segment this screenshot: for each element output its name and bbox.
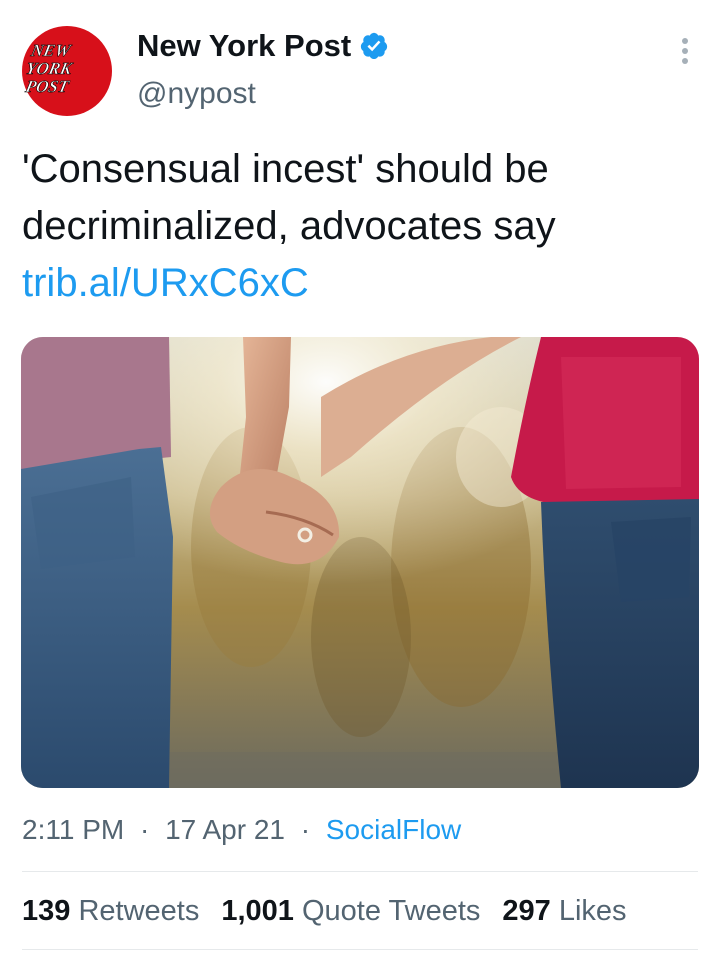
- divider: [22, 949, 698, 950]
- quote-tweets-stat[interactable]: 1,001 Quote Tweets: [221, 893, 480, 929]
- display-name[interactable]: New York Post: [137, 28, 351, 64]
- retweets-count: 139: [22, 895, 71, 927]
- tweet-time[interactable]: 2:11 PM: [22, 814, 124, 845]
- account-handle[interactable]: @nypost: [137, 76, 256, 112]
- tweet-source-link[interactable]: SocialFlow: [326, 814, 461, 845]
- svg-text:NEW: NEW: [28, 41, 73, 60]
- divider: [22, 871, 698, 872]
- more-vertical-icon: [682, 38, 688, 64]
- quote-tweets-label: Quote Tweets: [301, 895, 481, 927]
- avatar[interactable]: NEW YORK POST: [22, 26, 112, 116]
- tweet-link[interactable]: trib.al/URxC6xC: [22, 255, 682, 312]
- tweet-media-photo[interactable]: [21, 337, 699, 788]
- verified-badge-icon: [361, 32, 388, 60]
- likes-count: 297: [502, 895, 551, 927]
- tweet-text-line: decriminalized, advocates say: [22, 204, 556, 248]
- tweet-text: 'Consensual incest' should be decriminal…: [22, 141, 682, 312]
- retweets-label: Retweets: [78, 895, 200, 927]
- likes-stat[interactable]: 297 Likes: [502, 893, 626, 929]
- nypost-logo: NEW YORK POST: [23, 41, 76, 96]
- engagement-stats: 139 Retweets 1,001 Quote Tweets 297 Like…: [22, 893, 627, 929]
- svg-text:YORK: YORK: [24, 59, 75, 78]
- svg-text:POST: POST: [23, 77, 72, 96]
- meta-separator: ·: [139, 814, 150, 845]
- retweets-stat[interactable]: 139 Retweets: [22, 893, 199, 929]
- tweet-meta: 2:11 PM · 17 Apr 21 · SocialFlow: [22, 812, 461, 848]
- display-name-row: New York Post: [137, 28, 389, 64]
- tweet-date[interactable]: 17 Apr 21: [165, 814, 285, 845]
- meta-separator: ·: [300, 814, 311, 845]
- tweet-text-line: 'Consensual incest' should be: [22, 147, 549, 191]
- photo-holding-hands: [21, 337, 699, 788]
- quote-tweets-count: 1,001: [221, 895, 294, 927]
- more-options-button[interactable]: [668, 34, 702, 68]
- likes-label: Likes: [558, 895, 627, 927]
